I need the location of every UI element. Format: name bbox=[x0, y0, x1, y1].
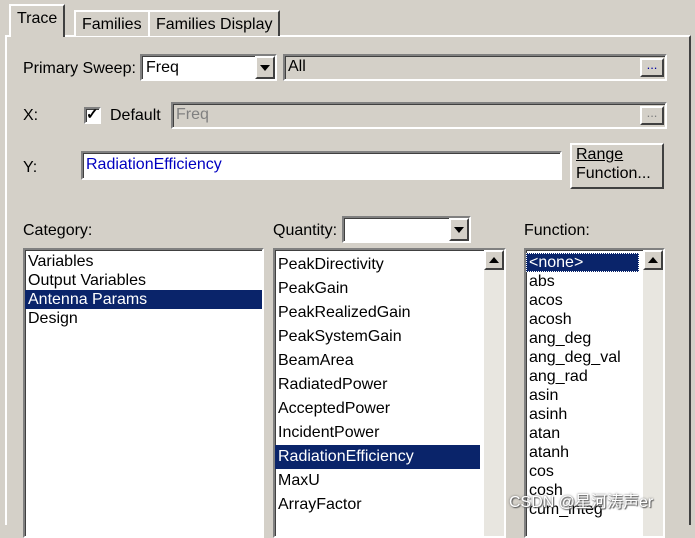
quantity-label: Quantity: bbox=[273, 222, 338, 239]
primary-sweep-all-field: All ... bbox=[283, 54, 667, 81]
list-item[interactable]: <none> bbox=[526, 253, 639, 272]
list-item[interactable]: PeakDirectivity bbox=[275, 253, 480, 277]
scroll-up-button[interactable] bbox=[484, 250, 504, 270]
list-item[interactable]: RadiatedPower bbox=[275, 373, 480, 397]
list-item[interactable]: RadiationEfficiency bbox=[275, 445, 480, 469]
list-item[interactable]: asinh bbox=[526, 405, 639, 424]
x-value: Freq bbox=[176, 106, 209, 123]
default-checkbox[interactable]: ✓ bbox=[84, 106, 101, 124]
list-item[interactable]: AcceptedPower bbox=[275, 397, 480, 421]
y-value: RadiationEfficiency bbox=[86, 156, 222, 173]
category-list[interactable]: Variables Output Variables Antenna Param… bbox=[23, 248, 264, 538]
range-label: Range bbox=[576, 146, 624, 163]
list-item[interactable]: cos bbox=[526, 462, 639, 481]
y-input[interactable]: RadiationEfficiency bbox=[81, 151, 562, 180]
chevron-up-icon bbox=[489, 257, 499, 263]
primary-sweep-select[interactable]: Freq bbox=[140, 54, 277, 81]
list-item[interactable]: PeakGain bbox=[275, 277, 480, 301]
list-item[interactable]: Output Variables bbox=[25, 271, 262, 290]
list-item[interactable]: asin bbox=[526, 386, 639, 405]
list-item[interactable]: MaxU bbox=[275, 469, 480, 493]
scroll-up-button[interactable] bbox=[643, 250, 663, 270]
quantity-list[interactable]: PeakDirectivity PeakGain PeakRealizedGai… bbox=[273, 248, 506, 538]
list-item[interactable]: BeamArea bbox=[275, 349, 480, 373]
list-item[interactable]: ArrayFactor bbox=[275, 493, 480, 517]
list-item[interactable]: acos bbox=[526, 291, 639, 310]
x-field: Freq ... bbox=[171, 102, 667, 129]
tab-families[interactable]: Families bbox=[74, 10, 150, 36]
watermark: CSDN @星河涛声er bbox=[509, 494, 654, 511]
function-label: Function... bbox=[576, 165, 651, 182]
list-item[interactable]: atanh bbox=[526, 443, 639, 462]
list-item[interactable]: IncidentPower bbox=[275, 421, 480, 445]
chevron-down-icon bbox=[454, 227, 464, 233]
list-item[interactable]: Antenna Params bbox=[25, 290, 262, 309]
primary-sweep-browse-button[interactable]: ... bbox=[640, 58, 664, 77]
range-function-button[interactable]: Range Function... bbox=[570, 143, 664, 189]
tab-trace[interactable]: Trace bbox=[9, 4, 66, 37]
primary-sweep-value: Freq bbox=[146, 59, 179, 76]
primary-sweep-label: Primary Sweep: bbox=[23, 60, 136, 77]
function-label-heading: Function: bbox=[524, 222, 590, 239]
tab-families-display[interactable]: Families Display bbox=[148, 10, 281, 36]
primary-sweep-dropdown-button[interactable] bbox=[255, 56, 275, 79]
list-item[interactable]: Design bbox=[25, 309, 262, 328]
list-item[interactable]: PeakRealizedGain bbox=[275, 301, 480, 325]
list-item[interactable]: ang_deg bbox=[526, 329, 639, 348]
list-item[interactable]: acosh bbox=[526, 310, 639, 329]
list-item[interactable]: PeakSystemGain bbox=[275, 325, 480, 349]
chevron-up-icon bbox=[648, 257, 658, 263]
list-item[interactable]: atan bbox=[526, 424, 639, 443]
checkmark-icon: ✓ bbox=[86, 106, 99, 123]
list-item[interactable]: ang_deg_val bbox=[526, 348, 639, 367]
quantity-filter-dropdown-button[interactable] bbox=[449, 218, 469, 241]
list-item[interactable]: abs bbox=[526, 272, 639, 291]
chevron-down-icon bbox=[260, 65, 270, 71]
x-label: X: bbox=[23, 107, 39, 124]
category-label: Category: bbox=[23, 222, 93, 239]
primary-sweep-all-value: All bbox=[288, 58, 306, 75]
quantity-filter-select[interactable] bbox=[342, 216, 471, 243]
quantity-scrollbar[interactable] bbox=[484, 250, 504, 536]
list-item[interactable]: ang_rad bbox=[526, 367, 639, 386]
y-label: Y: bbox=[23, 159, 38, 176]
x-browse-button: ... bbox=[640, 106, 664, 125]
list-item[interactable]: Variables bbox=[25, 252, 262, 271]
default-label: Default bbox=[110, 107, 161, 124]
